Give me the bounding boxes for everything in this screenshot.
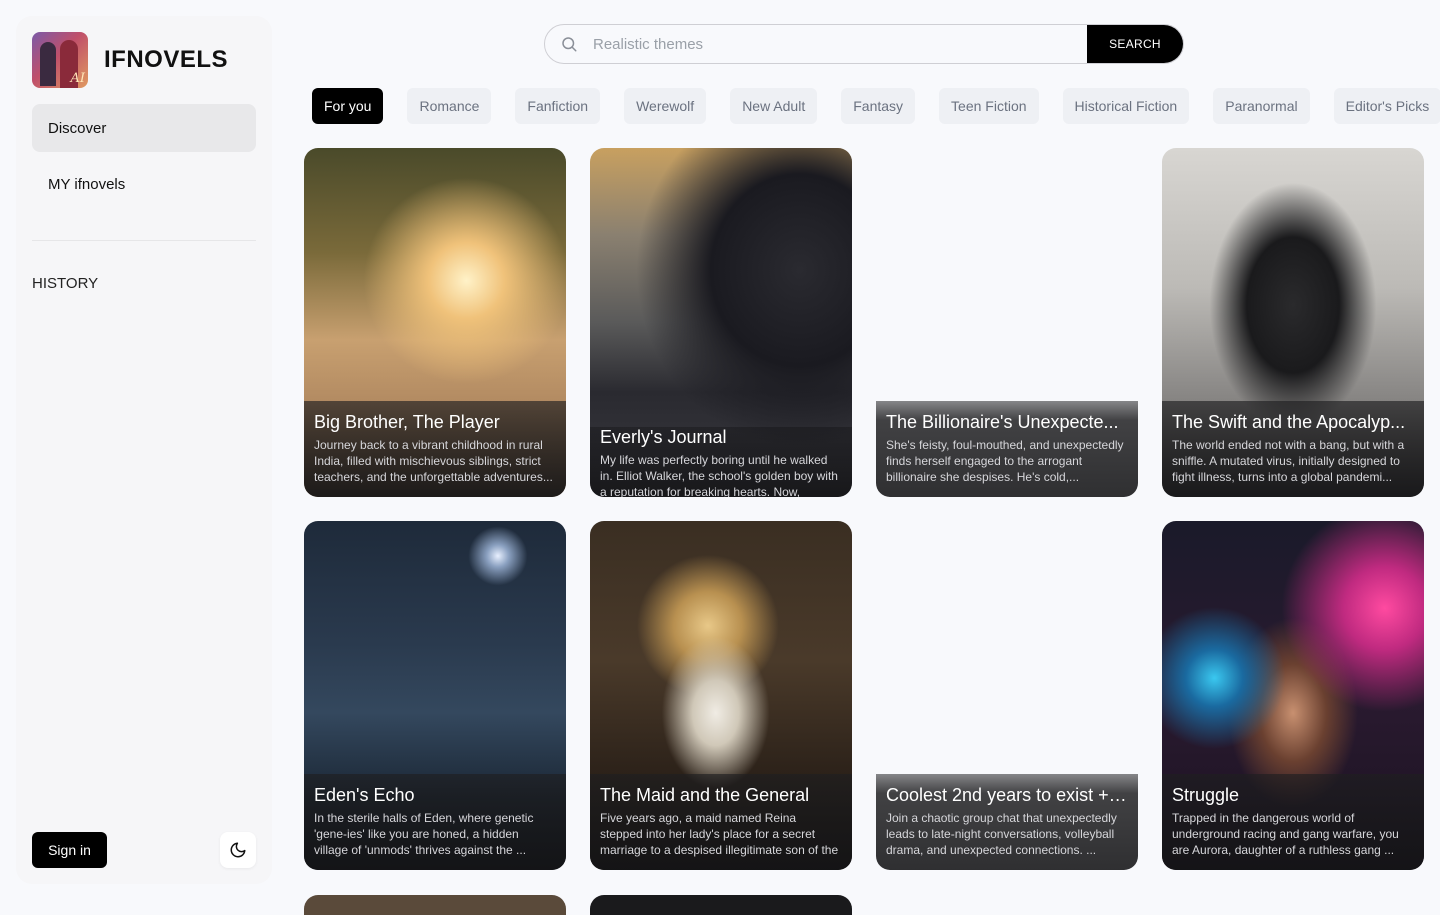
story-card[interactable]: The Swift and the Apocalyp... The world …: [1162, 148, 1424, 497]
theme-toggle-button[interactable]: [220, 832, 256, 868]
card-title: The Maid and the General: [600, 785, 810, 805]
sidebar: AI IFNOVELS Discover MY ifnovels HISTORY…: [16, 16, 272, 884]
card-description: In the sterile halls of Eden, where gene…: [314, 811, 534, 857]
tab-paranormal[interactable]: Paranormal: [1213, 88, 1310, 124]
card-title: The Billionaire's Unexpecte...: [886, 412, 1119, 432]
story-card[interactable]: The Billionaire's Unexpecte... She's fei…: [876, 148, 1138, 497]
brand-name: IFNOVELS: [104, 46, 229, 73]
history-heading: HISTORY: [32, 275, 99, 292]
story-card[interactable]: Coolest 2nd years to exist + ... Join a …: [876, 521, 1138, 870]
nav-discover[interactable]: Discover: [32, 104, 256, 152]
story-card-partial[interactable]: [590, 895, 852, 915]
card-description: My life was perfectly boring until he wa…: [600, 453, 838, 497]
genre-tabs: For you Romance Fanfiction Werewolf New …: [312, 88, 1440, 124]
tab-teen-fiction[interactable]: Teen Fiction: [939, 88, 1039, 124]
tab-romance[interactable]: Romance: [407, 88, 492, 124]
nav-label: MY ifnovels: [48, 175, 126, 193]
app-logo[interactable]: AI: [32, 32, 88, 88]
search-icon: [545, 25, 593, 63]
card-description: Join a chaotic group chat that unexpecte…: [886, 811, 1117, 857]
story-card[interactable]: Struggle Trapped in the dangerous world …: [1162, 521, 1424, 870]
search-button[interactable]: SEARCH: [1087, 25, 1183, 63]
story-card-partial[interactable]: [304, 895, 566, 915]
search-bar: SEARCH: [544, 24, 1184, 64]
card-title: Everly's Journal: [600, 427, 727, 447]
sidebar-divider: [32, 240, 256, 241]
tab-for-you[interactable]: For you: [312, 88, 384, 124]
tab-historical-fiction[interactable]: Historical Fiction: [1062, 88, 1190, 124]
card-description: Trapped in the dangerous world of underg…: [1172, 811, 1399, 857]
story-card[interactable]: Big Brother, The Player Journey back to …: [304, 148, 566, 497]
story-card[interactable]: Everly's Journal My life was perfectly b…: [590, 148, 852, 497]
card-description: Five years ago, a maid named Reina stepp…: [600, 811, 839, 857]
card-description: Journey back to a vibrant childhood in r…: [314, 438, 553, 484]
nav-my-ifnovels[interactable]: MY ifnovels: [32, 160, 256, 208]
card-title: Eden's Echo: [314, 785, 415, 805]
moon-icon: [230, 842, 246, 858]
tab-fanfiction[interactable]: Fanfiction: [515, 88, 601, 124]
brand[interactable]: AI IFNOVELS: [32, 32, 228, 88]
story-card[interactable]: The Maid and the General Five years ago,…: [590, 521, 852, 870]
card-description: She's feisty, foul-mouthed, and unexpect…: [886, 438, 1124, 484]
card-title: Coolest 2nd years to exist + ...: [886, 785, 1128, 805]
tab-new-adult[interactable]: New Adult: [730, 88, 818, 124]
tab-werewolf[interactable]: Werewolf: [624, 88, 707, 124]
card-title: The Swift and the Apocalyp...: [1172, 412, 1406, 432]
search-input[interactable]: [593, 25, 1087, 63]
card-description: The world ended not with a bang, but wit…: [1172, 438, 1405, 484]
story-card[interactable]: Eden's Echo In the sterile halls of Eden…: [304, 521, 566, 870]
sign-in-button[interactable]: Sign in: [32, 832, 107, 868]
tab-editors-picks[interactable]: Editor's Picks: [1333, 88, 1440, 124]
logo-mark: AI: [70, 71, 85, 86]
tab-fantasy[interactable]: Fantasy: [841, 88, 916, 124]
logo-figure-left: [40, 42, 56, 86]
nav-label: Discover: [48, 119, 107, 137]
card-title: Big Brother, The Player: [314, 412, 500, 432]
card-title: Struggle: [1172, 785, 1240, 805]
